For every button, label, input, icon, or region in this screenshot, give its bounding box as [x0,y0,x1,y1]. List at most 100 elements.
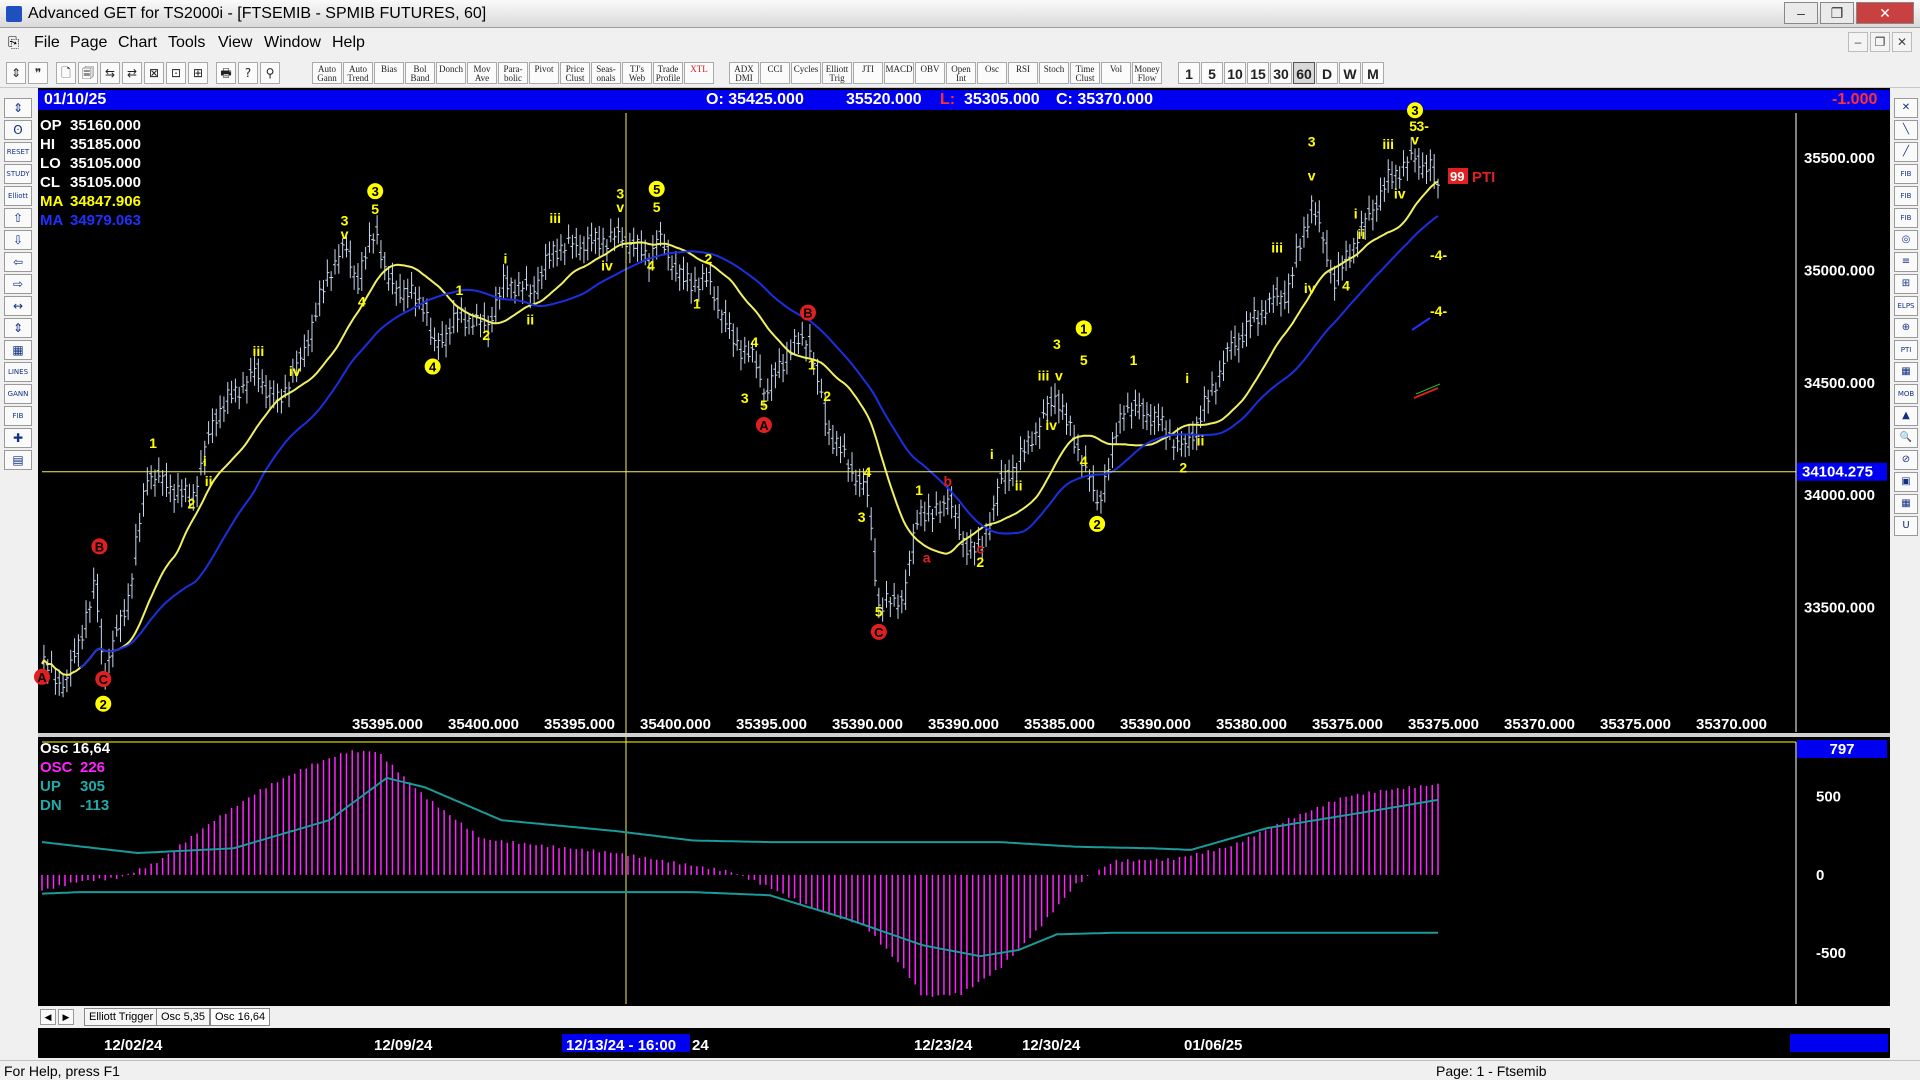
crosshair-price-label: 34104.275 [1802,464,1873,481]
date-axis-label: 12/09/24 [374,1037,433,1054]
wave-label: v [1308,167,1316,183]
wave-label: 2 [482,327,490,343]
bottom-value: 35395.000 [544,716,615,733]
wave-label: i [990,446,994,462]
wave-label: iii [1382,136,1394,152]
wave-label: B [95,539,104,554]
wave-label: 4 [750,334,758,350]
osc-readout-3: DN -113 [40,796,110,815]
wave-label: 1 [149,435,157,451]
wave-label: C [874,625,884,640]
osc-axis-label: 500 [1816,789,1841,806]
wave-label: 1 [1080,321,1087,336]
wave-label: i [203,453,207,469]
wave-label: i [1185,370,1189,386]
osc-readout-value: 305 [80,778,106,795]
wave-label: 4 [1342,278,1350,294]
osc-readout-label: UP [40,778,61,795]
readout-label: HI [40,136,55,153]
readout-value: 35105.000 [70,174,141,191]
wave-label: 3 [1053,336,1061,352]
wave-label: 2 [976,554,984,570]
readout-value: 34847.906 [70,193,141,210]
readout-label: LO [40,155,61,172]
osc-readout-0: Osc 16,64 [40,739,110,758]
wave-label: 3 [372,184,379,199]
bottom-value: 35385.000 [1024,716,1095,733]
price-axis-label: 35000.000 [1804,262,1875,279]
wave-label: 3 [1308,134,1316,150]
bottom-value: 35390.000 [928,716,999,733]
pti-value: 99 [1450,169,1464,184]
osc-lower-band [41,891,1438,958]
readout-label: OP [40,117,62,134]
tab-osc-5-35[interactable]: Osc 5,35 [156,1008,211,1026]
wave-label: A [759,418,769,433]
wave-label: 1 [456,282,464,298]
wave-label: 5 [653,182,660,197]
pti-label: PTI [1472,169,1495,186]
oscillator-readout: Osc 16,64 OSC 226 UP 305 DN -113 [40,739,110,815]
osc-axis-label: 0 [1816,867,1824,884]
bottom-value: 35395.000 [736,716,807,733]
price-axis-label: 33500.000 [1804,600,1875,617]
status-help: For Help, press F1 [4,1063,120,1079]
osc-readout-value: 226 [80,759,106,776]
wave-label: i [503,251,507,267]
osc-current-value: 797 [1829,741,1854,758]
readout-ma-5: MA 34979.063 [40,211,141,230]
wave-label: 3 [858,509,866,525]
osc-histogram [41,750,1439,997]
wave-label: 1 [1130,352,1138,368]
bottom-value: 35375.000 [1312,716,1383,733]
date-axis-label: 01/06/25 [1184,1037,1242,1054]
bottom-value: 35380.000 [1216,716,1287,733]
price-chart-canvas[interactable]: 5000-50079712/02/24 12/09/24 24 12/23/24 12/… [0,0,1920,1060]
wave-label: 3 [1411,103,1418,118]
wave-label: 2 [100,697,107,712]
readout-hi-1: HI 35185.000 [40,135,141,154]
wave-label: iv [289,363,301,379]
wave-label: 2 [187,496,195,512]
bottom-value: 35370.000 [1696,716,1767,733]
wave-label: iv [601,257,613,273]
readout-label: MA [40,193,64,210]
tab-elliott-trigger[interactable]: Elliott Trigger [84,1008,159,1026]
tab-scroll-left[interactable]: ◀ [40,1009,56,1025]
price-axis-label: 34000.000 [1804,487,1875,504]
wave-label: i [1354,206,1358,222]
tab-osc-16-64[interactable]: Osc 16,64 [210,1008,271,1026]
wave-label: v [341,226,349,242]
wave-label: iii [549,210,561,226]
wave-label: 1 [915,482,923,498]
wave-label: 5 [1080,352,1088,368]
price-bars [41,137,1440,698]
wave-label: 5 [653,199,661,215]
wave-label: iv [1045,417,1057,433]
projection-label: -4- [1430,303,1447,319]
date-axis-label: 12/23/24 [914,1037,973,1054]
status-bar: For Help, press F1 Page: 1 - Ftsemib [0,1060,1920,1080]
wave-label: A [37,670,47,685]
osc-readout-2: UP 305 [40,777,110,796]
wave-label: a [923,550,931,566]
wave-label: 4 [647,257,655,273]
wave-label: 1 [808,356,816,372]
wave-label: ii [526,311,534,327]
tab-scroll-right[interactable]: ▶ [58,1009,74,1025]
wave-label: 5 [875,604,883,620]
readout-cl-3: CL 35105.000 [40,173,141,192]
status-page: Page: 1 - Ftsemib [1436,1063,1547,1079]
wave-label: iv [1394,185,1406,201]
bottom-value: 35400.000 [640,716,711,733]
date-axis-label: 12/30/24 [1022,1037,1081,1054]
wave-label: 3 [741,390,749,406]
wave-label: b [943,473,952,489]
osc-upper-band [41,776,1439,855]
date-axis-label: 24 [692,1037,709,1054]
price-readout: OP 35160.000 HI 35185.000 LO 35105.000 CL 35105… [40,116,141,230]
wave-label: iv [1304,280,1316,296]
wave-label: 5 [371,201,379,217]
wave-label: ii [1358,226,1366,242]
wave-label: v [1055,368,1063,384]
